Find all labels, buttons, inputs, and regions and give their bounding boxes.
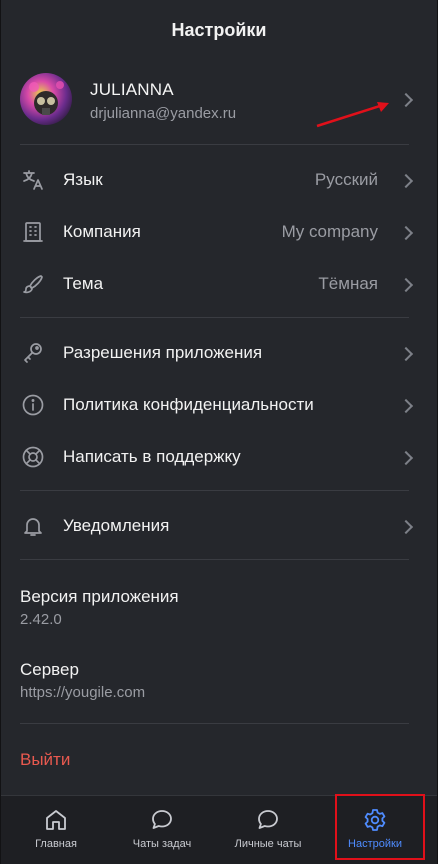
chevron-right-icon <box>398 225 414 241</box>
brush-icon <box>21 272 45 296</box>
theme-label: Тема <box>63 274 104 293</box>
chevron-right-icon <box>398 398 414 414</box>
permissions-row[interactable]: Разрешения приложения <box>1 327 437 379</box>
tab-personal-chats[interactable]: Личные чаты <box>216 796 320 864</box>
divider <box>20 317 409 318</box>
tab-personal-chats-label: Личные чаты <box>234 838 302 850</box>
permissions-label: Разрешения приложения <box>63 343 263 362</box>
profile-name: JULIANNA <box>90 80 174 99</box>
profile-email: drjulianna@yandex.ru <box>90 105 237 122</box>
chat-icon <box>255 807 281 833</box>
language-label: Язык <box>63 170 103 189</box>
avatar <box>20 73 72 125</box>
divider <box>20 490 409 491</box>
chevron-right-icon <box>398 346 414 362</box>
server-value: https://yougile.com <box>20 684 146 701</box>
chat-icon <box>149 807 175 833</box>
server-title: Сервер <box>20 660 79 679</box>
chevron-right-icon <box>398 277 414 293</box>
notifications-row[interactable]: Уведомления <box>1 500 437 552</box>
chevron-right-icon <box>398 92 414 108</box>
translate-icon <box>21 168 45 192</box>
bell-icon <box>21 514 45 538</box>
chevron-right-icon <box>398 450 414 466</box>
language-value: Русский <box>314 170 378 189</box>
privacy-label: Политика конфиденциальности <box>63 395 314 414</box>
notifications-label: Уведомления <box>63 516 170 535</box>
lifebuoy-icon <box>21 445 45 469</box>
version-value: 2.42.0 <box>20 611 62 628</box>
theme-row[interactable]: Тема Тёмная <box>1 258 437 310</box>
version-title: Версия приложения <box>20 587 179 606</box>
tab-home[interactable]: Главная <box>4 796 108 864</box>
divider <box>20 723 409 724</box>
privacy-row[interactable]: Политика конфиденциальности <box>1 379 437 431</box>
company-label: Компания <box>63 222 141 241</box>
tab-home-label: Главная <box>35 838 77 850</box>
language-row[interactable]: Язык Русский <box>1 154 437 206</box>
settings-screen: Настройки JULIANNA drjulianna@yandex.ru … <box>0 0 438 864</box>
theme-value: Тёмная <box>318 274 378 293</box>
key-icon <box>21 341 45 365</box>
company-value: My company <box>281 222 378 241</box>
info-icon <box>21 393 45 417</box>
home-icon <box>43 807 69 833</box>
logout-button[interactable]: Выйти <box>20 750 70 770</box>
chevron-right-icon <box>398 173 414 189</box>
building-icon <box>21 220 45 244</box>
page-title: Настройки <box>171 19 267 40</box>
divider <box>20 559 409 560</box>
divider <box>20 144 409 145</box>
tab-task-chats[interactable]: Чаты задач <box>110 796 214 864</box>
annotation-highlight-box <box>335 794 425 860</box>
chevron-right-icon <box>398 519 414 535</box>
annotation-arrow <box>316 102 389 128</box>
support-row[interactable]: Написать в поддержку <box>1 431 437 483</box>
company-row[interactable]: Компания My company <box>1 206 437 258</box>
tab-task-chats-label: Чаты задач <box>132 838 192 850</box>
support-label: Написать в поддержку <box>63 447 241 466</box>
